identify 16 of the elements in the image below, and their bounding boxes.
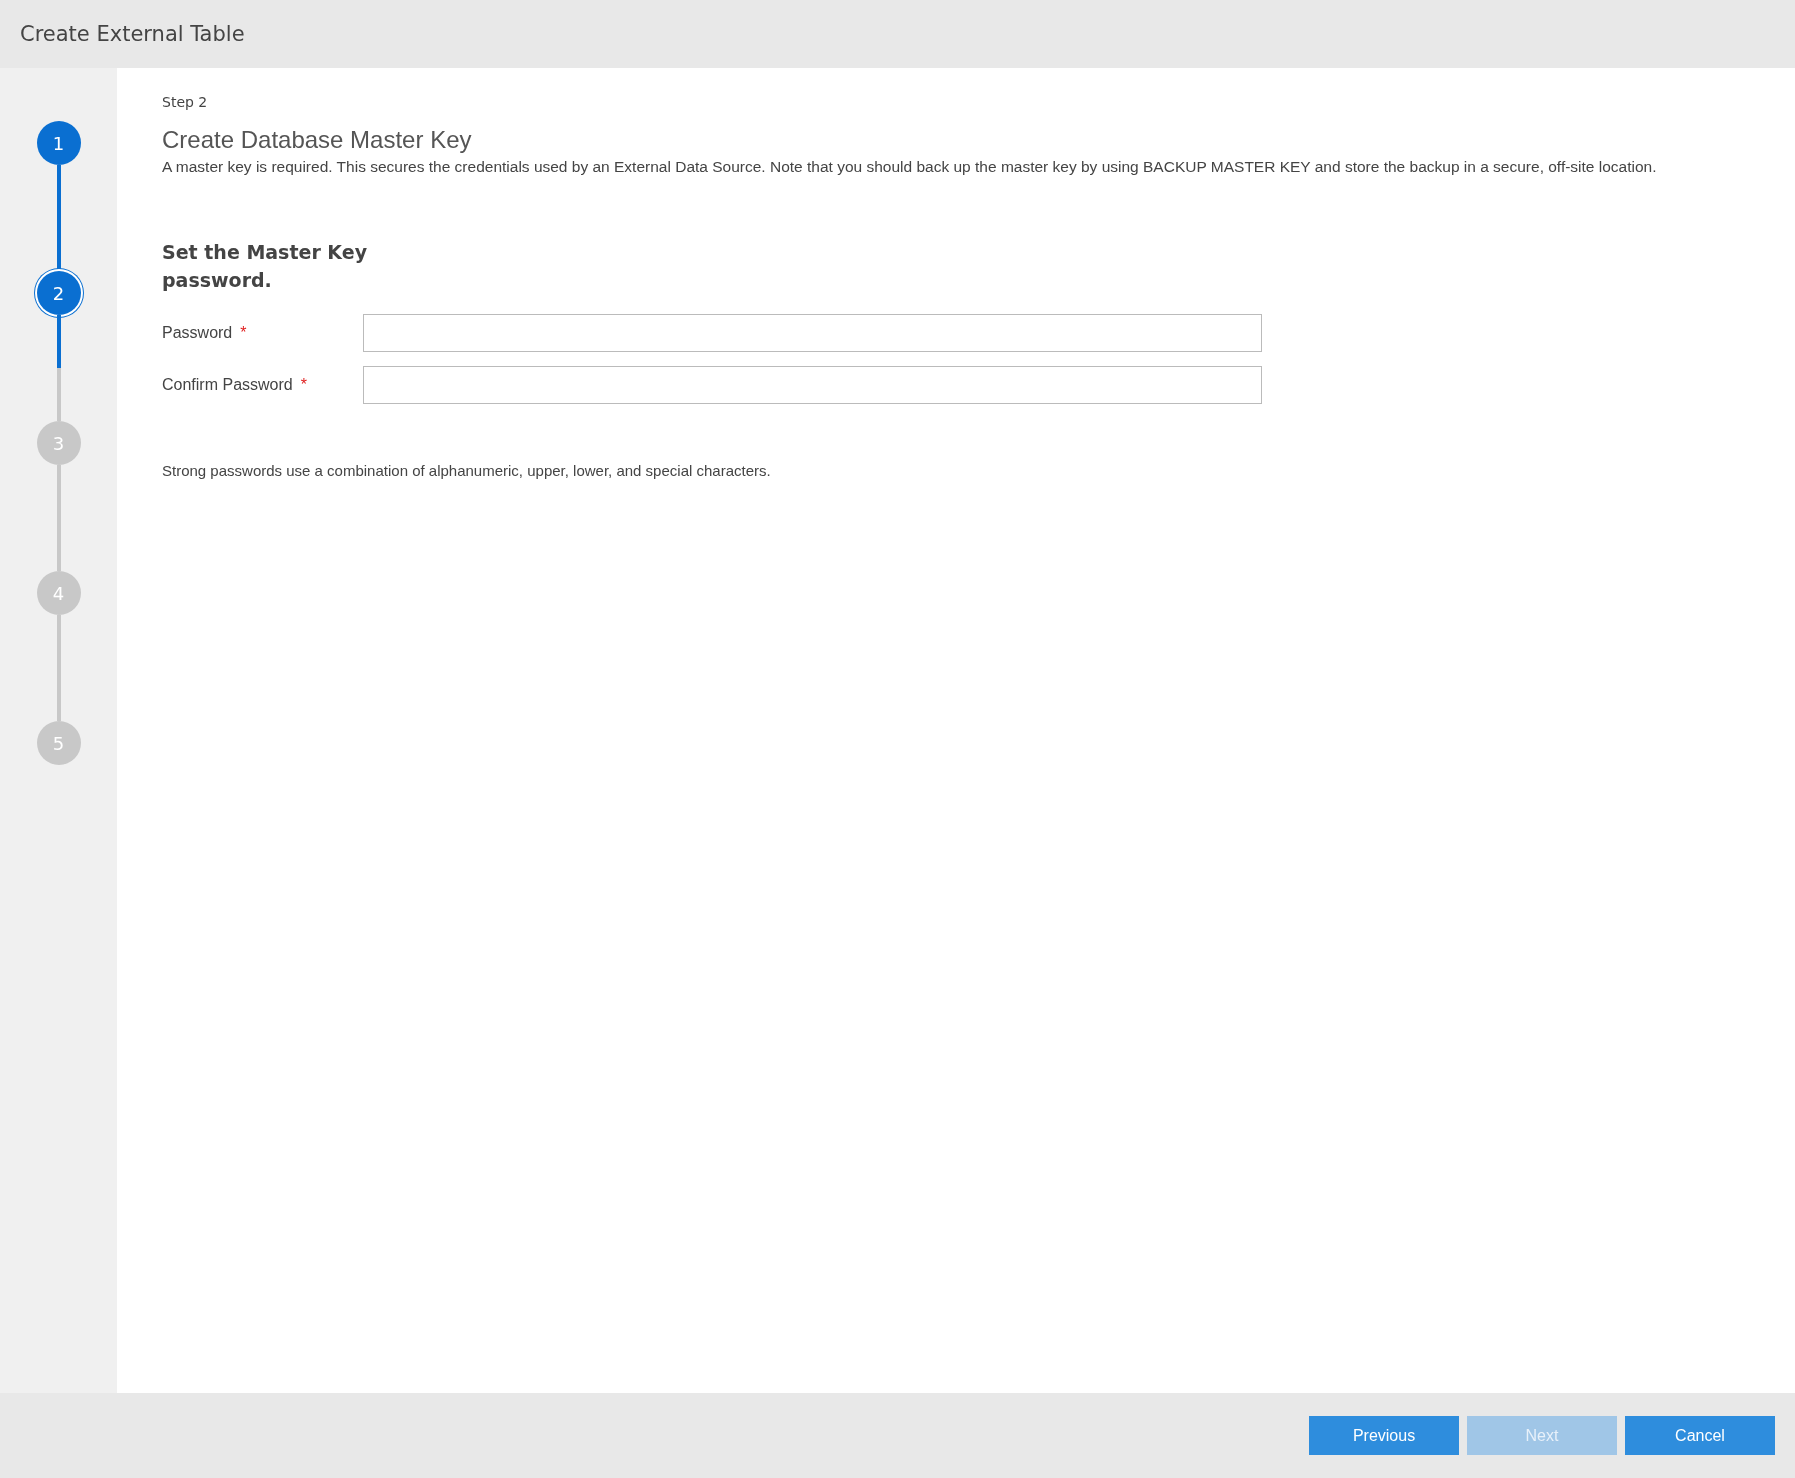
- hint-text: Strong passwords use a combination of alphanumeric, upper, lower, and special characters.: [162, 462, 772, 479]
- page-heading: Create Database Master Key: [162, 126, 473, 154]
- footer-button[interactable]: Previous: [1309, 1416, 1459, 1455]
- step-indicator: 1: [36, 121, 81, 165]
- field-label: Password: [162, 324, 233, 342]
- required-mark: *: [300, 376, 307, 394]
- required-mark: *: [240, 324, 247, 342]
- password-field[interactable]: [363, 314, 1262, 352]
- description-text: A master key is required. This secures the credentials used by an External Data Source. Note that you should back up the master key by using BACKUP MASTER KEY and store the backup in a secure, off-site location.: [162, 158, 1658, 176]
- window-title: Create External Table: [20, 22, 245, 46]
- step-label: Step 2: [162, 94, 209, 110]
- footer-button[interactable]: Cancel: [1625, 1416, 1775, 1455]
- section-heading: Set the Master Key password.: [162, 240, 369, 293]
- field-label: Confirm Password: [162, 376, 293, 394]
- password-field[interactable]: [363, 366, 1262, 404]
- step-indicator: 2: [36, 271, 81, 315]
